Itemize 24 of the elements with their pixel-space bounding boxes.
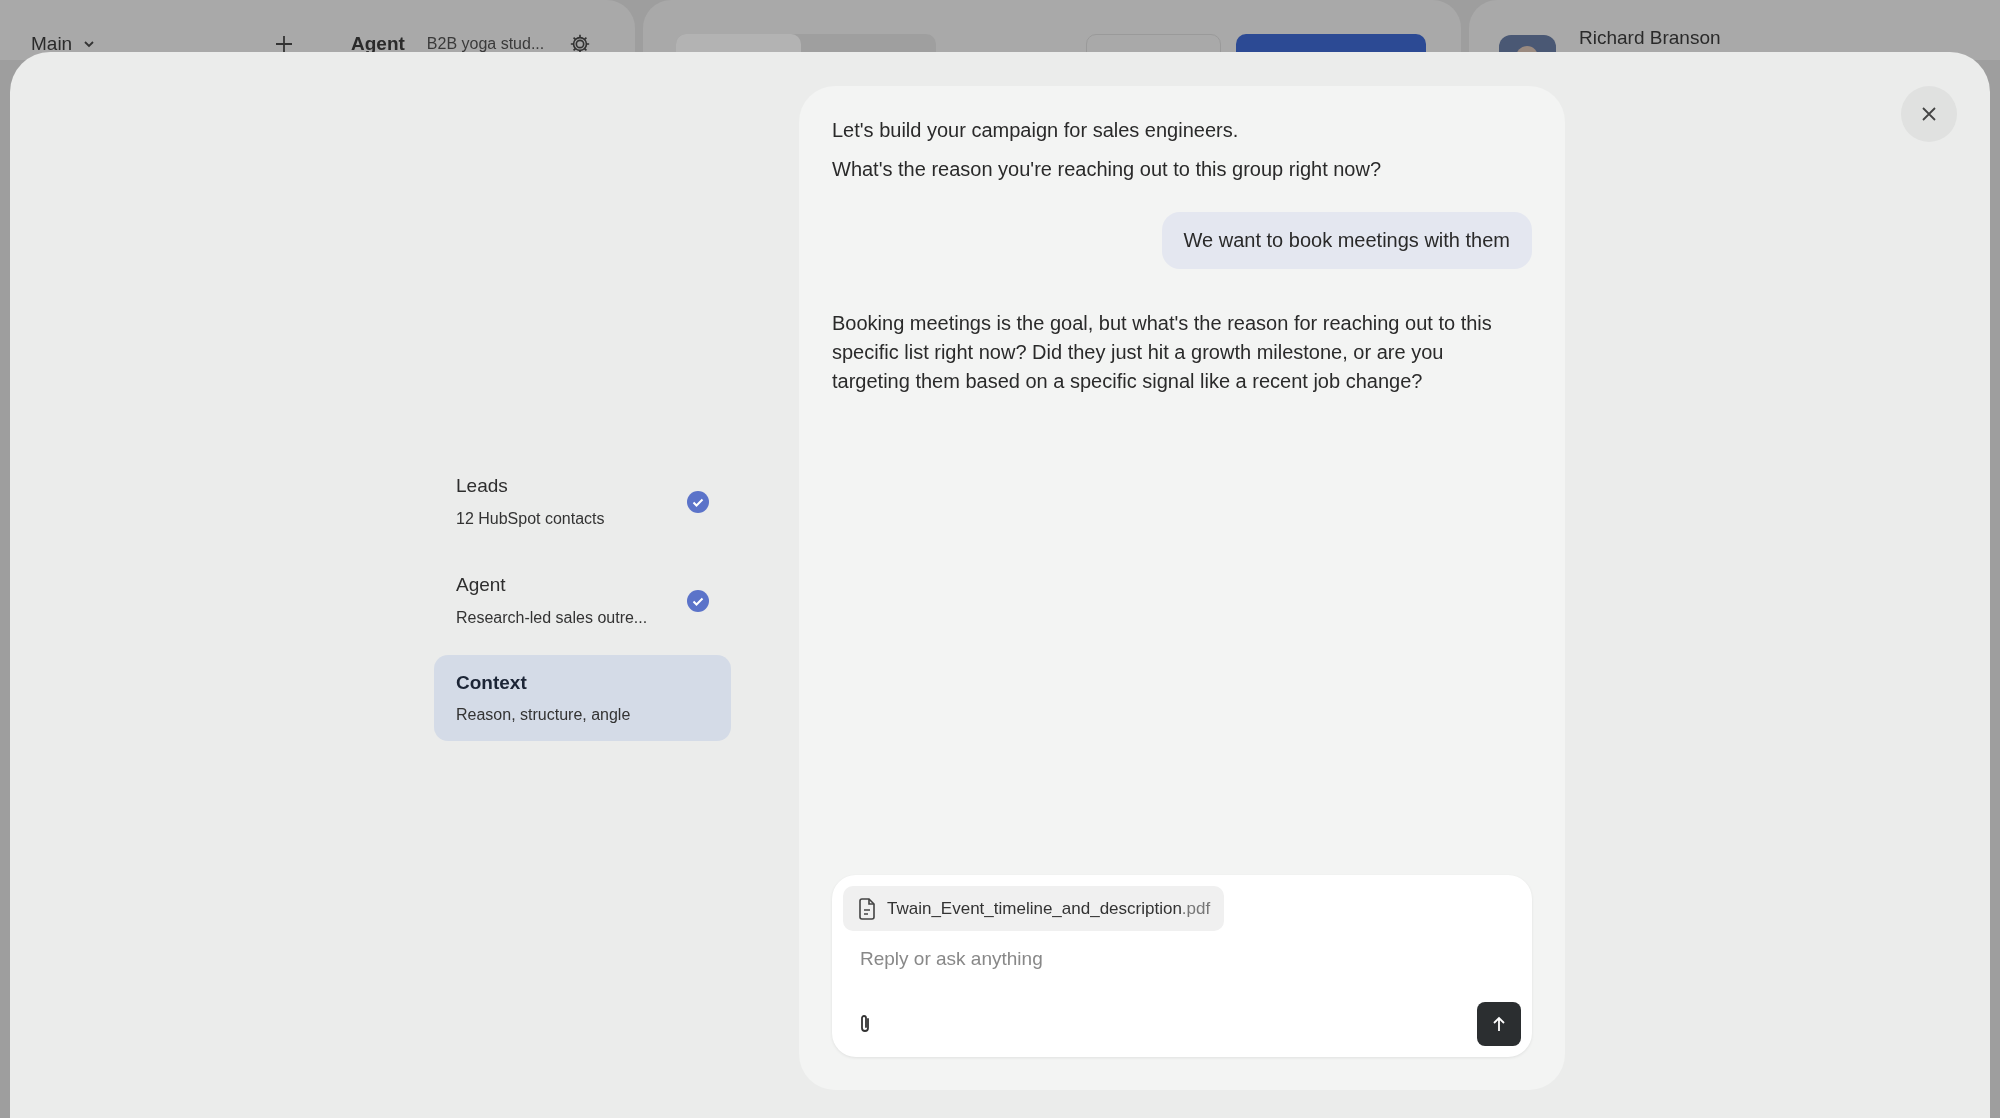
step-subtitle: 12 HubSpot contacts xyxy=(456,508,605,529)
step-item[interactable]: Leads 12 HubSpot contacts xyxy=(434,457,731,546)
step-title: Context xyxy=(456,670,528,695)
agent-name[interactable]: B2B yoga stud... xyxy=(426,32,545,57)
close-icon xyxy=(1920,105,1938,123)
arrow-up-icon xyxy=(1492,1016,1506,1032)
user-message: We want to book meetings with them xyxy=(1161,212,1532,269)
step-item[interactable]: Agent Research-led sales outre... xyxy=(434,556,731,645)
step-subtitle: Reason, structure, angle xyxy=(456,705,631,726)
document-icon xyxy=(857,897,877,920)
attachment-chip[interactable]: Twain_Event_timeline_and_description.pdf xyxy=(843,886,1225,931)
assistant-message: What's the reason you're reaching out to this group right now? xyxy=(832,157,1383,182)
step-subtitle: Research-led sales outre... xyxy=(456,607,648,628)
user-name: Richard Branson xyxy=(1579,26,1721,50)
agent-label: Agent xyxy=(351,32,405,56)
step-title: Leads xyxy=(456,474,509,499)
assistant-message: Let's build your campaign for sales engineers. xyxy=(832,118,1240,143)
send-button[interactable] xyxy=(1477,1002,1521,1046)
attachment-name: Twain_Event_timeline_and_description.pdf xyxy=(887,897,1211,920)
plus-icon[interactable] xyxy=(274,34,294,55)
step-title: Agent xyxy=(456,573,507,598)
reply-input[interactable]: Reply or ask anything xyxy=(860,945,1460,974)
step-item[interactable]: Context Reason, structure, angle xyxy=(434,655,731,741)
assistant-message: Booking meetings is the goal, but what's the reason for reaching out to this specific list right now? Did they just hit a growth milestone, or are you targeting them based on a specific signal like a recent job change? xyxy=(832,311,1493,394)
